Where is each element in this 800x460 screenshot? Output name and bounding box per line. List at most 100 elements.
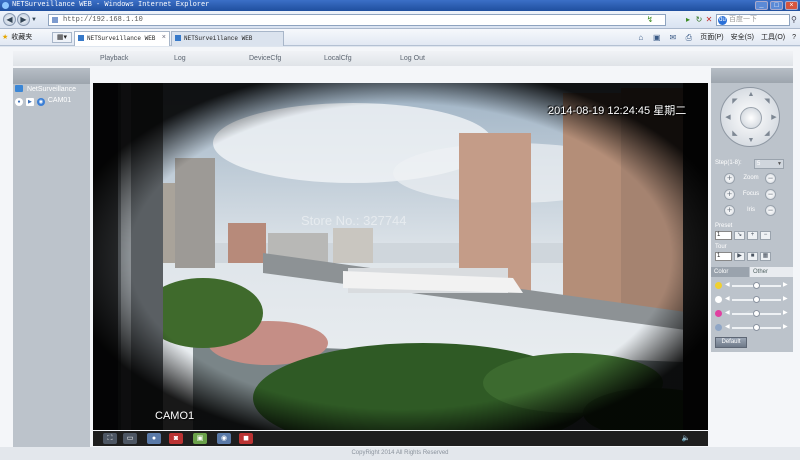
slider-thumb[interactable] (753, 296, 760, 303)
saturation-slider[interactable]: ◀ ▶ (715, 310, 790, 318)
slider-thumb[interactable] (753, 310, 760, 317)
slider-left-arrow-icon[interactable]: ◀ (725, 281, 730, 289)
connect-icon[interactable]: ◉ (36, 98, 45, 106)
print-icon[interactable]: ⎙ (684, 33, 693, 42)
minimize-button[interactable]: _ (755, 1, 768, 10)
home-icon[interactable]: ⌂ (636, 33, 645, 42)
nav-playback[interactable]: Playback (100, 53, 128, 64)
play-icon[interactable]: ▶ (25, 98, 34, 106)
iris-plus-button[interactable]: + (724, 205, 735, 216)
tour-stop-button[interactable]: ■ (747, 252, 758, 261)
address-url: http://192.168.1.10 (63, 16, 143, 24)
contrast-slider[interactable]: ◀ ▶ (715, 296, 790, 304)
focus-plus-button[interactable]: + (724, 189, 735, 200)
tree-camera-node[interactable]: ● ▶ ◉ CAM01 (15, 96, 71, 106)
address-bar[interactable]: http://192.168.1.10 (48, 14, 666, 26)
favorites-button[interactable]: ★ 收藏夹 (2, 32, 32, 43)
go-icon[interactable]: ▸ (683, 15, 693, 25)
tree-root-node[interactable]: NetSurveillance (15, 85, 76, 94)
live-video-view[interactable]: 2014-08-19 12:24:45 星期二 Store No.: 32774… (93, 83, 708, 430)
slider-right-arrow-icon[interactable]: ▶ (783, 295, 788, 303)
slider-left-arrow-icon[interactable]: ◀ (725, 309, 730, 317)
slider-track[interactable] (732, 310, 781, 317)
nav-localcfg[interactable]: LocalCfg (324, 53, 352, 64)
preset-input[interactable]: 1 (715, 231, 732, 240)
iris-minus-button[interactable]: − (765, 205, 776, 216)
slider-track[interactable] (732, 296, 781, 303)
ptz-up-icon[interactable]: ▲ (747, 91, 755, 99)
tour-play-button[interactable]: ▶ (734, 252, 745, 261)
tools-menu[interactable]: 工具(O) (761, 32, 785, 43)
fullscreen-icon[interactable]: ⛶ (103, 433, 117, 444)
slider-right-arrow-icon[interactable]: ▶ (783, 323, 788, 331)
tour-input[interactable]: 1 (715, 252, 732, 261)
chevron-down-icon: ▼ (777, 161, 782, 167)
search-input[interactable]: du 百度一下 (716, 14, 790, 26)
ptz-direction-pad[interactable]: ▲ ▼ ◀ ▶ ◤ ◥ ◣ ◢ (720, 87, 780, 147)
ptz-right-icon[interactable]: ▶ (770, 114, 778, 122)
tab-netsurveillance-active[interactable]: NETSurveillance WEB × (74, 31, 170, 46)
tour-grid-button[interactable]: ▦ (760, 252, 771, 261)
preset-label: Preset (715, 223, 733, 229)
ptz-left-icon[interactable]: ◀ (724, 114, 732, 122)
stop-icon[interactable]: ✕ (704, 15, 714, 25)
compatibility-view-icon[interactable]: ↯ (645, 15, 655, 25)
tree-root-label: NetSurveillance (26, 86, 76, 93)
ptz-center-button[interactable] (740, 107, 762, 129)
nav-devicecfg[interactable]: DeviceCfg (249, 53, 281, 64)
record-icon[interactable]: ● (15, 98, 23, 106)
slider-left-arrow-icon[interactable]: ◀ (725, 295, 730, 303)
ptz-downright-icon[interactable]: ◢ (763, 130, 771, 138)
slider-thumb[interactable] (753, 324, 760, 331)
maximize-button[interactable]: □ (770, 1, 783, 10)
tab-close-icon[interactable]: × (162, 32, 166, 45)
ptz-upright-icon[interactable]: ◥ (763, 98, 771, 106)
slider-right-arrow-icon[interactable]: ▶ (783, 281, 788, 289)
help-menu[interactable]: ? (792, 32, 796, 43)
preset-goto-button[interactable]: ↘ (734, 231, 745, 240)
refresh-icon[interactable]: ↻ (694, 15, 704, 25)
ptz-down-icon[interactable]: ▼ (747, 137, 755, 145)
tab-netsurveillance[interactable]: NETSurveillance WEB (171, 31, 284, 46)
preset-add-button[interactable]: + (747, 231, 758, 240)
image-icon[interactable]: ▣ (193, 433, 207, 444)
slider-left-arrow-icon[interactable]: ◀ (725, 323, 730, 331)
default-button[interactable]: Default (715, 337, 747, 348)
slider-thumb[interactable] (753, 282, 760, 289)
ptz-downleft-icon[interactable]: ◣ (731, 130, 739, 138)
quick-tabs-button[interactable]: ▦▾ (52, 32, 72, 43)
page-menu[interactable]: 页面(P) (700, 32, 723, 43)
mail-icon[interactable]: ✉ (668, 33, 677, 42)
forward-button[interactable]: ▶ (17, 13, 30, 26)
tab-color[interactable]: Color (711, 267, 749, 277)
video-timestamp: 2014-08-19 12:24:45 星期二 (548, 105, 687, 117)
feeds-icon[interactable]: ▣ (652, 33, 661, 42)
tab-other[interactable]: Other (750, 267, 793, 277)
window-mode-icon[interactable]: ▭ (123, 433, 137, 444)
safety-menu[interactable]: 安全(S) (731, 32, 754, 43)
talk-icon[interactable]: ◉ (217, 433, 231, 444)
record-video-icon[interactable]: ● (147, 433, 161, 444)
snapshot-icon[interactable]: ◙ (169, 433, 183, 444)
back-button[interactable]: ◀ (3, 13, 16, 26)
audio-mute-icon[interactable]: 🔈 (677, 433, 695, 444)
step-select[interactable]: 5 ▼ (754, 159, 784, 169)
slider-track[interactable] (732, 282, 781, 289)
device-tree-header (13, 68, 90, 84)
hue-slider[interactable]: ◀ ▶ (715, 324, 790, 332)
stop-all-icon[interactable]: ◼ (239, 433, 253, 444)
close-window-button[interactable]: × (785, 1, 798, 10)
zoom-in-button[interactable]: + (724, 173, 735, 184)
focus-minus-button[interactable]: − (765, 189, 776, 200)
zoom-out-button[interactable]: − (765, 173, 776, 184)
brightness-slider[interactable]: ◀ ▶ (715, 282, 790, 290)
tab-label: NETSurveillance WEB (184, 35, 253, 42)
history-dropdown-icon[interactable]: ▼ (31, 17, 39, 23)
nav-logout[interactable]: Log Out (400, 53, 425, 64)
slider-right-arrow-icon[interactable]: ▶ (783, 309, 788, 317)
preset-delete-button[interactable]: − (760, 231, 771, 240)
search-magnifier-icon[interactable]: ⚲ (791, 15, 797, 24)
slider-track[interactable] (732, 324, 781, 331)
nav-log[interactable]: Log (174, 53, 186, 64)
ptz-upleft-icon[interactable]: ◤ (731, 98, 739, 106)
